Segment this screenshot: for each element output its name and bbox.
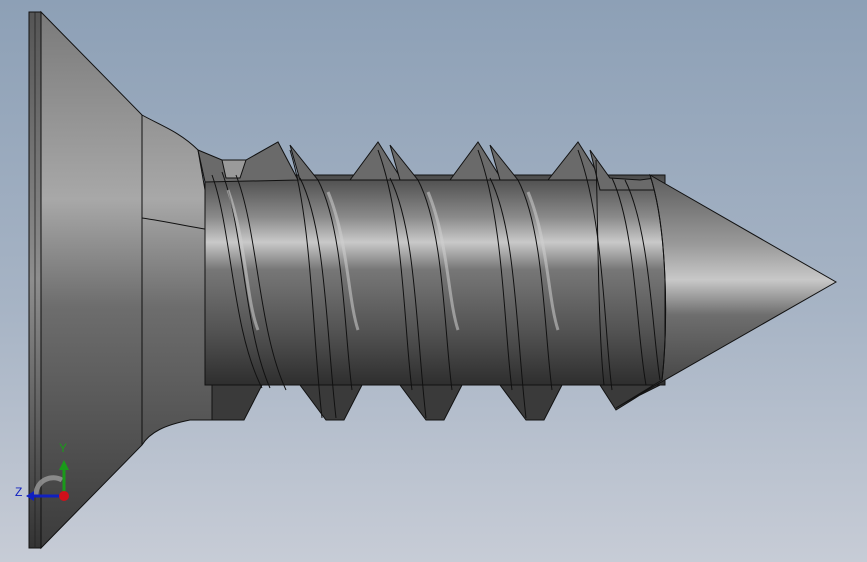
triad-x-axis: [59, 491, 69, 501]
reference-triad: Y Z: [12, 440, 76, 510]
triad-y-label: Y: [59, 441, 68, 455]
graphics-viewport[interactable]: Y Z: [0, 0, 867, 562]
triad-arc-icon: [33, 475, 64, 496]
thread-crests-bottom[interactable]: [211, 384, 661, 421]
triad-z-label: Z: [15, 485, 23, 499]
screw-model[interactable]: [0, 0, 867, 562]
screw-shank[interactable]: [204, 174, 666, 386]
